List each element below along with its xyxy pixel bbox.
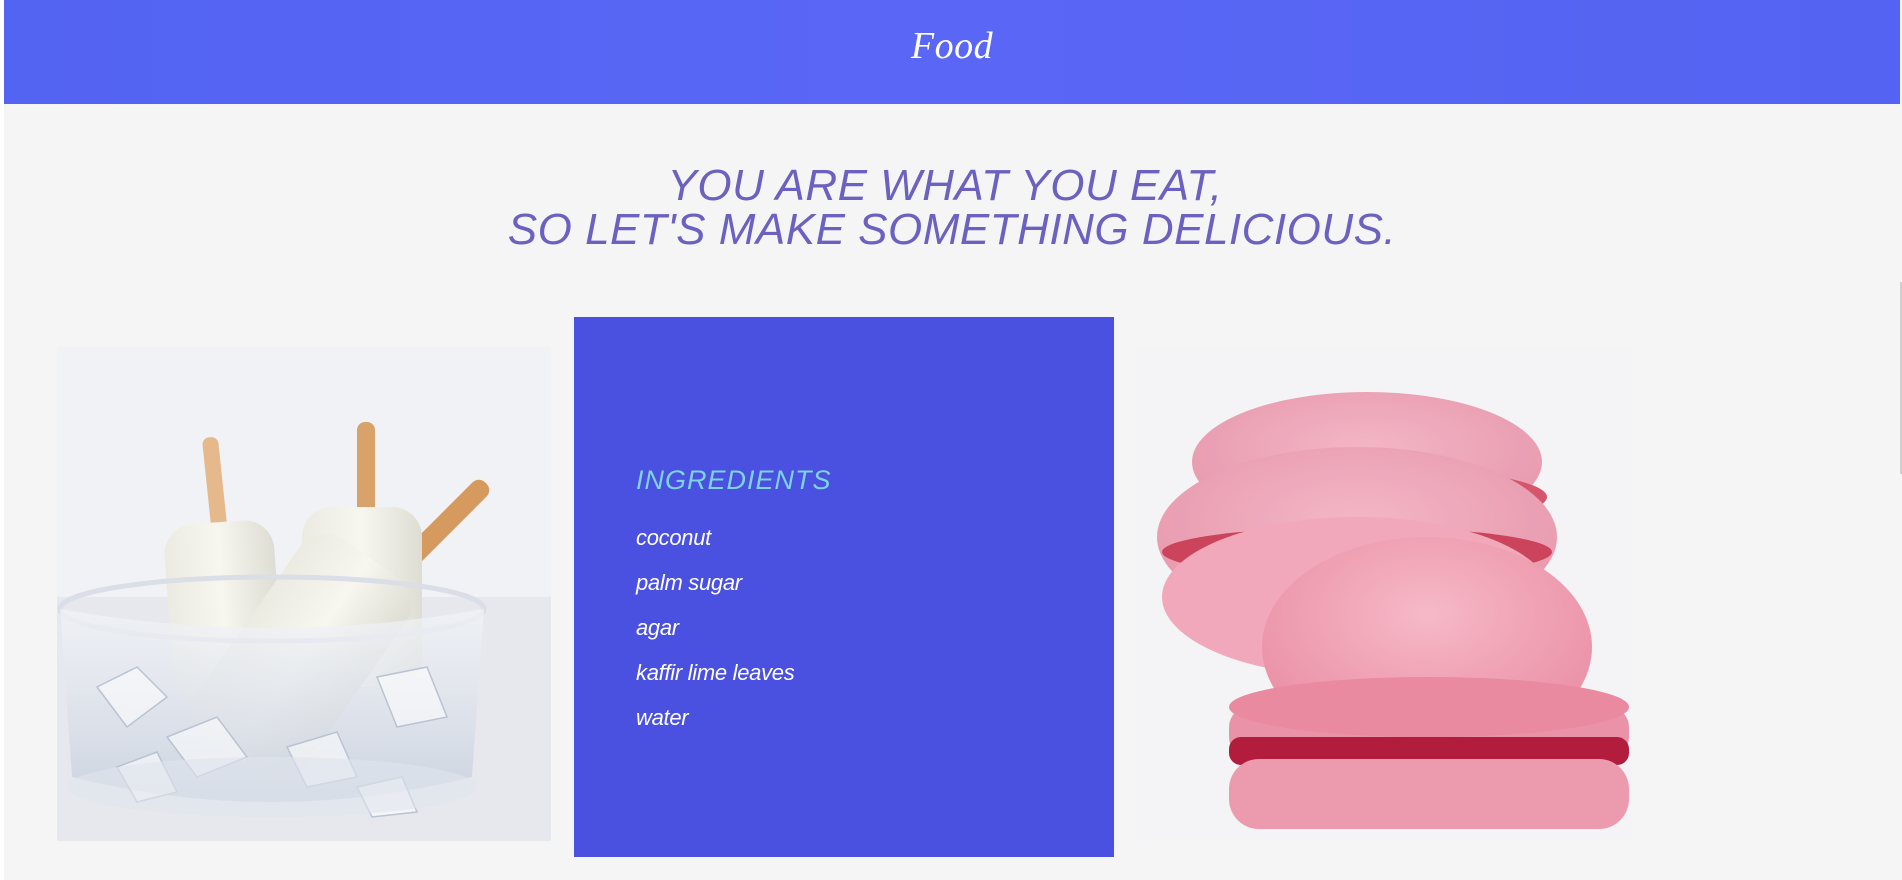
ingredients-card: INGREDIENTS coconut palm sugar agar kaff… — [574, 317, 1114, 857]
macaron-image — [1137, 347, 1632, 841]
ingredient-item: palm sugar — [636, 570, 742, 595]
ingredient-item: kaffir lime leaves — [636, 660, 795, 685]
ingredients-list: coconut palm sugar agar kaffir lime leav… — [636, 525, 795, 752]
ingredients-title: INGREDIENTS — [636, 465, 832, 495]
popsicle-illustration — [57, 347, 551, 841]
ingredient-item: coconut — [636, 525, 711, 550]
site-title: Food — [910, 25, 994, 67]
popsicle-image — [57, 347, 551, 841]
hero-line-2: SO LET'S MAKE SOMETHING DELICIOUS. — [507, 205, 1397, 254]
macaron-illustration — [1137, 347, 1632, 841]
ingredient-item: water — [636, 705, 689, 730]
hero-line-1: YOU ARE WHAT YOU EAT, — [667, 161, 1223, 210]
site-header: Food — [4, 0, 1900, 104]
hero-headline: YOU ARE WHAT YOU EAT, SO LET'S MAKE SOME… — [4, 164, 1900, 252]
page-edge — [0, 0, 4, 880]
ingredient-item: agar — [636, 615, 679, 640]
page: Food YOU ARE WHAT YOU EAT, SO LET'S MAKE… — [0, 0, 1902, 880]
